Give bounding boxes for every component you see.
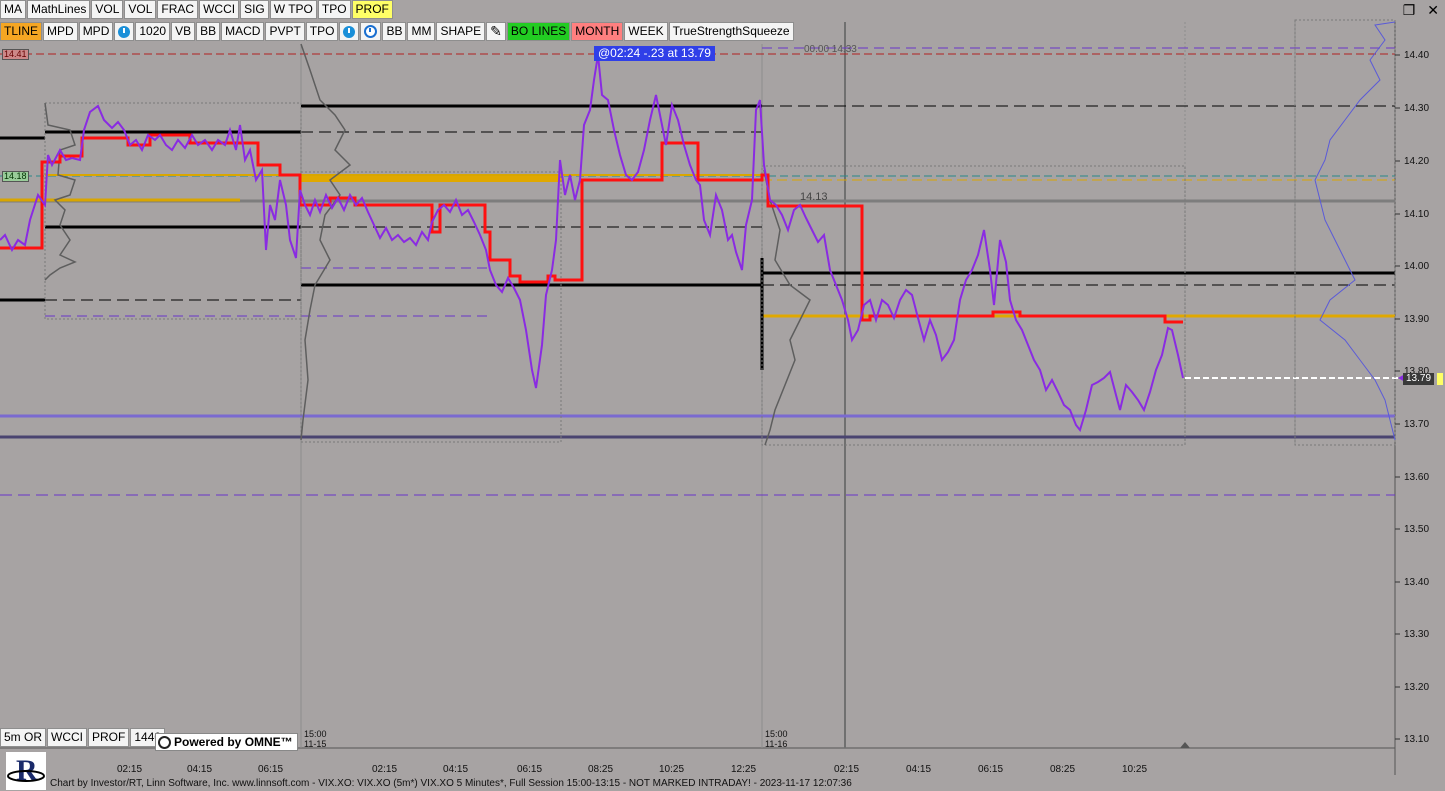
price-box-label: 14.18 [2,171,29,182]
ma-button[interactable]: MA [0,0,26,19]
time-tick-label: 06:15 [258,764,284,775]
time-tick-label: 06:15 [517,764,543,775]
timer-button[interactable] [114,22,135,41]
chart-footer: Chart by Investor/RT, Linn Software, Inc… [50,778,852,789]
mathlines-button[interactable]: MathLines [27,0,91,19]
cursor-tooltip: @02:24 -.23 at 13.79 [594,46,715,61]
mm-button[interactable]: MM [407,22,436,41]
level-label: 00.00 14.33 [804,44,857,55]
price-tick-label: 14.40 [1404,50,1430,61]
frac-button[interactable]: FRAC [157,0,199,19]
prof-button-bottom[interactable]: PROF [88,728,130,747]
price-tick-label: 14.30 [1404,103,1430,114]
time-tick-label: 02:15 [117,764,143,775]
tpo-button[interactable]: TPO [317,0,351,19]
mpd-button[interactable]: MPD [43,22,78,41]
time-tick-label: 08:25 [1050,764,1076,775]
timer-button-2[interactable] [339,22,360,41]
time-tick-label: 12:25 [731,764,757,775]
price-tick-label: 13.70 [1404,419,1430,430]
month-button[interactable]: MONTH [571,22,624,41]
price-tick-label: 14.20 [1404,156,1430,167]
indicator-toolbar-1: MA MathLines VOL VOL FRAC WCCI SIG W TPO… [0,0,393,20]
week-button[interactable]: WEEK [624,22,668,41]
time-tick-label: 04:15 [187,764,213,775]
pencil-icon: ✎ [490,23,502,39]
tline-button[interactable]: TLINE [0,22,43,41]
wcci-button[interactable]: WCCI [199,0,240,19]
vb-button[interactable]: VB [171,22,196,41]
level-label: 14.13 [800,191,828,203]
bb-button[interactable]: BB [196,22,221,41]
bo-lines-button[interactable]: BO LINES [506,22,571,41]
time-tick-label: 02:15 [372,764,398,775]
prof-button[interactable]: PROF [351,0,393,19]
mpd-button-2[interactable]: MPD [78,22,114,41]
price-tick-label: 13.30 [1404,629,1430,640]
price-tick-label: 13.60 [1404,472,1430,483]
session-date-label: 15:00 11-16 [765,729,788,749]
investor-rt-logo: R [6,752,46,790]
5m-or-button[interactable]: 5m OR [0,728,47,747]
powered-by-text: Powered by OMNE™ [174,735,293,749]
price-tick-label: 13.90 [1404,314,1430,325]
time-tick-label: 06:15 [978,764,1004,775]
wcci-button-bottom[interactable]: WCCI [47,728,88,747]
time-tick-label: 08:25 [588,764,614,775]
shape-button[interactable]: SHAPE [436,22,486,41]
restore-icon[interactable]: ❐ [1403,2,1416,19]
pencil-button[interactable]: ✎ [486,22,506,41]
vol-button[interactable]: VOL [91,0,124,19]
last-price-flag [1437,373,1443,385]
time-tick-label: 10:25 [1122,764,1148,775]
w-tpo-button[interactable]: W TPO [269,0,317,19]
close-icon[interactable]: ✕ [1427,2,1439,19]
bottom-toolbar: 5m OR WCCI PROF 1440 [0,728,166,747]
powered-by-omne-badge[interactable]: Powered by OMNE™ [155,733,298,751]
tpo-button-2[interactable]: TPO [305,22,339,41]
indicator-toolbar-2: TLINE MPD MPD 1020 VB BB MACD PVPT TPO B… [0,22,794,42]
price-tick-label: 14.00 [1404,261,1430,272]
price-tick-label: 13.20 [1404,682,1430,693]
price-tick-label: 13.50 [1404,524,1430,535]
timer-icon [343,25,356,38]
time-tick-label: 02:15 [834,764,860,775]
macd-button[interactable]: MACD [221,22,265,41]
vol-button-2[interactable]: VOL [124,0,157,19]
price-tick-label: 14.10 [1404,209,1430,220]
clock-icon [364,25,378,38]
pvpt-button[interactable]: PVPT [265,22,305,41]
time-tick-label: 10:25 [659,764,685,775]
1020-button[interactable]: 1020 [135,22,171,41]
chart-area[interactable] [0,0,1445,791]
price-tick-label: 13.40 [1404,577,1430,588]
price-tick-label: 13.10 [1404,734,1430,745]
plot-background [0,20,1395,748]
price-box-label: 14.41 [2,49,29,60]
time-tick-label: 04:15 [906,764,932,775]
clock-button[interactable] [360,22,382,41]
time-tick-label: 04:15 [443,764,469,775]
bb-button-2[interactable]: BB [382,22,407,41]
last-price-badge: 13.79 [1403,373,1435,385]
truestrengthsqueeze-button[interactable]: TrueStrengthSqueeze [668,22,794,41]
timer-icon [118,25,131,38]
sig-button[interactable]: SIG [240,0,269,19]
omne-logo-icon [158,735,171,749]
session-date-label: 15:00 11-15 [304,729,327,749]
